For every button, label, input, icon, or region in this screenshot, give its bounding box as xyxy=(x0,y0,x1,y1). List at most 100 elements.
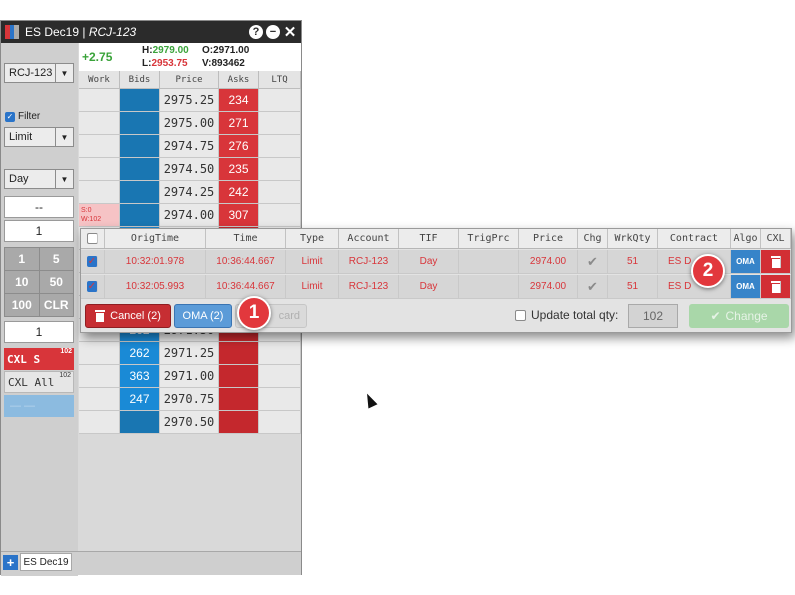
qty-button-10[interactable]: 10 xyxy=(5,271,39,293)
origtime-header[interactable]: OrigTime xyxy=(105,229,206,248)
orders-footer: Cancel (2) OMA (2) card Update total qty… xyxy=(81,299,791,332)
order-cancel-button[interactable] xyxy=(761,275,791,298)
add-tab-button[interactable]: + xyxy=(3,555,18,570)
type-header[interactable]: Type xyxy=(286,229,339,248)
filter-label: Filter xyxy=(18,111,41,122)
quantity-input[interactable]: 1 xyxy=(4,220,74,242)
working-qty-label: W:102 xyxy=(81,216,102,223)
order-oma-button[interactable]: OMA xyxy=(731,250,761,273)
qty-button-1[interactable]: 1 xyxy=(5,248,39,270)
ask-cell[interactable]: 242 xyxy=(219,181,259,203)
bid-cell[interactable] xyxy=(120,112,160,134)
window-title-instrument: ES Dec19 | xyxy=(25,25,89,39)
bid-cell[interactable] xyxy=(120,158,160,180)
order-oma-button[interactable]: OMA xyxy=(731,275,761,298)
order-trigprc xyxy=(459,250,519,273)
ask-cell[interactable] xyxy=(219,411,259,433)
order-select-cell: ✓ xyxy=(81,250,105,273)
qty-button-50[interactable]: 50 xyxy=(39,271,73,293)
ladder-row: 2975.00 271 xyxy=(79,112,301,135)
bid-cell[interactable]: 247 xyxy=(120,388,160,410)
price-header[interactable]: Price xyxy=(519,229,578,248)
price-cell: 2970.50 xyxy=(160,411,219,433)
asks-column-header: Asks xyxy=(219,71,259,88)
tab-es-dec19[interactable]: ES Dec19 xyxy=(20,553,72,571)
work-cell[interactable] xyxy=(79,365,120,387)
time-header[interactable]: Time xyxy=(206,229,286,248)
bid-cell[interactable] xyxy=(120,181,160,203)
cancel-sells-count: 102 xyxy=(60,348,72,355)
qty-button-100[interactable]: 100 xyxy=(5,294,39,316)
account-dropdown[interactable]: RCJ-123 ▼ xyxy=(4,63,74,83)
ask-cell[interactable]: 276 xyxy=(219,135,259,157)
order-wrkqty[interactable]: 51 xyxy=(608,275,658,298)
work-cell[interactable] xyxy=(79,135,120,157)
order-price[interactable]: 2974.00 xyxy=(519,250,578,273)
cancel-orders-button[interactable]: Cancel (2) xyxy=(85,304,171,328)
order-wrkqty[interactable]: 51 xyxy=(608,250,658,273)
work-cell[interactable] xyxy=(79,158,120,180)
ladder-row: 247 2970.75 xyxy=(79,388,301,411)
ltq-cell xyxy=(259,158,301,180)
ask-cell[interactable]: 307 xyxy=(219,204,259,226)
bid-cell[interactable] xyxy=(120,204,160,226)
ask-cell[interactable] xyxy=(219,365,259,387)
work-cell[interactable] xyxy=(79,342,120,364)
ask-cell[interactable]: 271 xyxy=(219,112,259,134)
qty-button-5[interactable]: 5 xyxy=(39,248,73,270)
algo-header[interactable]: Algo xyxy=(731,229,761,248)
work-cell[interactable]: S:0 W:102 xyxy=(79,204,120,226)
order-price[interactable]: 2974.00 xyxy=(519,275,578,298)
ask-cell[interactable] xyxy=(219,388,259,410)
ask-cell[interactable] xyxy=(219,342,259,364)
window-titlebar[interactable]: ES Dec19 | RCJ-123 ? − ✕ xyxy=(1,21,301,43)
cxl-header[interactable]: CXL xyxy=(761,229,791,248)
work-cell[interactable] xyxy=(79,181,120,203)
ask-cell[interactable]: 235 xyxy=(219,158,259,180)
bid-cell[interactable]: 262 xyxy=(120,342,160,364)
order-type-dropdown[interactable]: Limit ▼ xyxy=(4,127,74,147)
order-select-checkbox[interactable]: ✓ xyxy=(87,256,98,267)
select-all-checkbox[interactable] xyxy=(87,233,98,244)
close-icon[interactable]: ✕ xyxy=(283,25,297,40)
work-cell[interactable] xyxy=(79,388,120,410)
order-cancel-button[interactable] xyxy=(761,250,791,273)
qty-clear-button[interactable]: CLR xyxy=(39,294,73,316)
work-cell[interactable] xyxy=(79,112,120,134)
working-orders-popup: OrigTime Time Type Account TIF TrigPrc P… xyxy=(80,228,792,333)
minimize-icon[interactable]: − xyxy=(266,25,280,39)
filter-checkbox[interactable]: ✓ xyxy=(5,111,15,122)
work-cell[interactable] xyxy=(79,89,120,111)
cancel-all-button[interactable]: CXL All 102 xyxy=(4,371,74,393)
quantity-display[interactable]: 1 xyxy=(4,321,74,343)
update-total-qty-toggle[interactable]: Update total qty: xyxy=(515,308,618,322)
work-cell[interactable] xyxy=(79,411,120,433)
chg-header[interactable]: Chg xyxy=(578,229,608,248)
order-row[interactable]: ✓ 10:32:01.978 10:36:44.667 Limit RCJ-12… xyxy=(81,250,791,274)
ask-cell[interactable]: 234 xyxy=(219,89,259,111)
order-row[interactable]: ✓ 10:32:05.993 10:36:44.667 Limit RCJ-12… xyxy=(81,275,791,299)
trigprc-header[interactable]: TrigPrc xyxy=(459,229,519,248)
bid-cell[interactable] xyxy=(120,135,160,157)
bid-cell[interactable]: 363 xyxy=(120,365,160,387)
price-input[interactable]: -- xyxy=(4,196,74,218)
order-select-checkbox[interactable]: ✓ xyxy=(87,281,98,292)
change-button[interactable]: ✔ Change xyxy=(689,304,789,328)
bid-cell[interactable] xyxy=(120,411,160,433)
update-total-qty-checkbox[interactable] xyxy=(515,309,526,321)
ltq-cell xyxy=(259,112,301,134)
account-header[interactable]: Account xyxy=(339,229,399,248)
chevron-down-icon: ▼ xyxy=(55,64,73,82)
contract-header[interactable]: Contract xyxy=(658,229,731,248)
help-icon[interactable]: ? xyxy=(249,25,263,39)
wrkqty-header[interactable]: WrkQty xyxy=(608,229,658,248)
tif-dropdown[interactable]: Day ▼ xyxy=(4,169,74,189)
filter-toggle[interactable]: ✓ Filter xyxy=(5,111,40,122)
oma-orders-button[interactable]: OMA (2) xyxy=(174,304,232,328)
order-origtime: 10:32:01.978 xyxy=(105,250,206,273)
total-qty-input[interactable]: 102 xyxy=(628,304,678,328)
order-type-value: Limit xyxy=(9,131,33,143)
tif-header[interactable]: TIF xyxy=(399,229,459,248)
bid-cell[interactable] xyxy=(120,89,160,111)
cancel-sells-button[interactable]: CXL S 102 xyxy=(4,348,74,370)
